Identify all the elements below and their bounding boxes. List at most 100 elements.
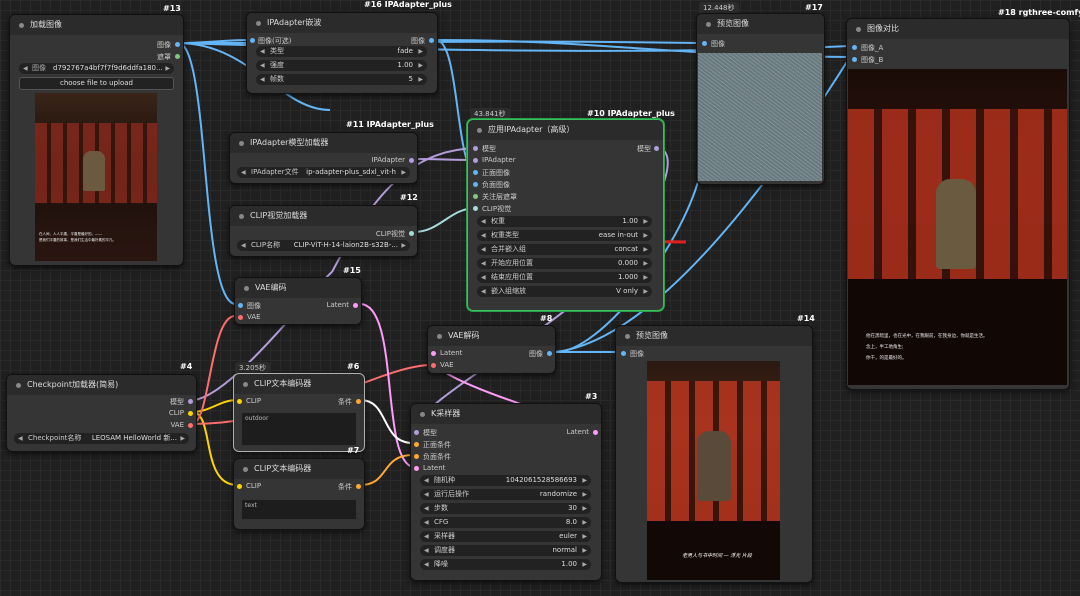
arrow-left-icon[interactable]: ◀ [241,167,246,178]
end-at-widget[interactable]: ◀ 结束应用位置 1.000 ▶ [477,272,652,283]
arrow-right-icon[interactable]: ▶ [582,559,587,570]
arrow-left-icon[interactable]: ◀ [424,559,429,570]
arrow-left-icon[interactable]: ◀ [260,46,265,57]
checkpoint-name-widget[interactable]: ◀ Checkpoint名称 LEOSAM HelloWorld 新... ▶ [14,433,189,444]
arrow-left-icon[interactable]: ◀ [23,63,28,74]
load-image-node[interactable]: 加载图像 图像 遮罩 ◀ 图像 d792767a4bf7f7f9d6ddfa18… [9,14,184,266]
collapse-dot-icon[interactable] [16,383,21,388]
node-header[interactable]: 预览图像 [616,326,812,346]
ipadapter-batch-node[interactable]: IPAdapter嵌波 图像(可选) 图像 ◀ 类型 fade ▶ ◀ 强度 1… [246,12,438,94]
input-image-pin[interactable] [238,303,243,308]
image-select-widget[interactable]: ◀ 图像 d792767a4bf7f7f9d6ddfa180... ▶ [19,63,174,74]
arrow-right-icon[interactable]: ▶ [582,531,587,542]
node-header[interactable]: IPAdapter模型加载器 [230,133,417,153]
output-model-pin[interactable] [188,399,193,404]
arrow-left-icon[interactable]: ◀ [481,272,486,283]
clip-text-encode-positive-node[interactable]: CLIP文本编码器 CLIP 条件 outdoor [233,373,365,452]
arrow-right-icon[interactable]: ▶ [643,244,648,255]
input-clip-pin[interactable] [237,399,242,404]
node-header[interactable]: 加载图像 [10,15,183,35]
vae-decode-node[interactable]: VAE解码 Latent VAE 图像 [427,325,556,374]
arrow-left-icon[interactable]: ◀ [424,517,429,528]
weight-type-widget[interactable]: ◀ 权重类型 ease in-out ▶ [477,230,652,241]
arrow-left-icon[interactable]: ◀ [481,216,486,227]
input-clip-pin[interactable] [237,484,242,489]
weight-widget[interactable]: ◀ 权重 1.00 ▶ [477,216,652,227]
arrow-right-icon[interactable]: ▶ [418,74,423,85]
arrow-left-icon[interactable]: ◀ [481,244,486,255]
start-at-widget[interactable]: ◀ 开始应用位置 0.000 ▶ [477,258,652,269]
input-negative-pin[interactable] [414,454,419,459]
arrow-left-icon[interactable]: ◀ [481,258,486,269]
preview-image-node-14[interactable]: 预览图像 图像 老男人与书中时间 — 浮光 片段 [615,325,813,583]
input-vae-pin[interactable] [431,363,436,368]
output-image-pin[interactable] [547,351,552,356]
input-attn-mask-pin[interactable] [473,194,478,199]
strength-widget[interactable]: ◀ 强度 1.00 ▶ [256,60,427,71]
input-clipvision-pin[interactable] [473,206,478,211]
compare-image-view[interactable]: 他在黑暗里，也在光中，在我眼前，在我身边，你就是生活。 念上，半工地角生; 你干… [848,69,1067,385]
input-latent-pin[interactable] [431,351,436,356]
collapse-dot-icon[interactable] [243,382,248,387]
arrow-left-icon[interactable]: ◀ [481,286,486,297]
node-header[interactable]: VAE编码 [235,278,361,298]
apply-ipadapter-advanced-node[interactable]: 应用IPAdapter（高级） 模型 IPAdapter 正面图像 负面图像 关… [467,119,664,311]
output-vae-pin[interactable] [188,423,193,428]
node-header[interactable]: CLIP文本编码器 [234,459,364,479]
clip-name-widget[interactable]: ◀ CLIP名称 CLIP-ViT-H-14-laion2B-s32B-... … [237,240,410,251]
ipadapter-model-loader-node[interactable]: IPAdapter模型加载器 IPAdapter ◀ IPAdapter文件 i… [229,132,418,184]
output-clipvision-pin[interactable] [409,231,414,236]
collapse-dot-icon[interactable] [243,467,248,472]
arrow-left-icon[interactable]: ◀ [424,489,429,500]
arrow-right-icon[interactable]: ▶ [582,475,587,486]
arrow-right-icon[interactable]: ▶ [643,258,648,269]
arrow-right-icon[interactable]: ▶ [418,46,423,57]
cfg-widget[interactable]: ◀ CFG 8.0 ▶ [420,517,591,528]
output-mask-pin[interactable] [175,54,180,59]
arrow-right-icon[interactable]: ▶ [643,230,648,241]
input-positive-pin[interactable] [414,442,419,447]
ipadapter-file-widget[interactable]: ◀ IPAdapter文件 ip-adapter-plus_sdxl_vit-h… [237,167,410,178]
arrow-left-icon[interactable]: ◀ [481,230,486,241]
clip-vision-loader-node[interactable]: CLIP视觉加载器 CLIP视觉 ◀ CLIP名称 CLIP-ViT-H-14-… [229,205,418,257]
input-model-pin[interactable] [473,146,478,151]
arrow-left-icon[interactable]: ◀ [260,60,265,71]
collapse-dot-icon[interactable] [625,334,630,339]
arrow-left-icon[interactable]: ◀ [424,545,429,556]
arrow-right-icon[interactable]: ▶ [582,489,587,500]
collapse-dot-icon[interactable] [239,141,244,146]
checkpoint-loader-node[interactable]: Checkpoint加载器(简易) 模型 CLIP VAE ◀ Checkpoi… [6,374,197,452]
arrow-right-icon[interactable]: ▶ [582,545,587,556]
collapse-dot-icon[interactable] [19,23,24,28]
arrow-left-icon[interactable]: ◀ [424,475,429,486]
arrow-left-icon[interactable]: ◀ [260,74,265,85]
node-header[interactable]: Checkpoint加载器(简易) [7,375,196,395]
prompt-textarea[interactable]: outdoor [241,412,357,446]
embeds-scaling-widget[interactable]: ◀ 嵌入组缩放 V only ▶ [477,286,652,297]
node-header[interactable]: 图像对比 [847,19,1069,39]
output-conditioning-pin[interactable] [356,484,361,489]
input-image-b-pin[interactable] [852,57,857,62]
node-header[interactable]: 预览图像 [697,14,824,34]
sampler-widget[interactable]: ◀ 采样器 euler ▶ [420,531,591,542]
frames-widget[interactable]: ◀ 帧数 5 ▶ [256,74,427,85]
arrow-left-icon[interactable]: ◀ [241,240,246,251]
collapse-dot-icon[interactable] [856,27,861,32]
input-image-pin[interactable] [702,41,707,46]
input-positive-image-pin[interactable] [473,170,478,175]
input-vae-pin[interactable] [238,315,243,320]
arrow-left-icon[interactable]: ◀ [18,433,23,444]
denoise-widget[interactable]: ◀ 降噪 1.00 ▶ [420,559,591,570]
output-model-pin[interactable] [654,146,659,151]
arrow-right-icon[interactable]: ▶ [643,272,648,283]
clip-text-encode-negative-node[interactable]: CLIP文本编码器 CLIP 条件 text [233,458,365,530]
arrow-right-icon[interactable]: ▶ [582,503,587,514]
arrow-left-icon[interactable]: ◀ [424,503,429,514]
collapse-dot-icon[interactable] [420,412,425,417]
vae-encode-node[interactable]: VAE编码 图像 VAE Latent [234,277,362,325]
collapse-dot-icon[interactable] [239,214,244,219]
collapse-dot-icon[interactable] [477,128,482,133]
output-conditioning-pin[interactable] [356,399,361,404]
node-header[interactable]: CLIP文本编码器 [234,374,364,394]
output-latent-pin[interactable] [353,303,358,308]
